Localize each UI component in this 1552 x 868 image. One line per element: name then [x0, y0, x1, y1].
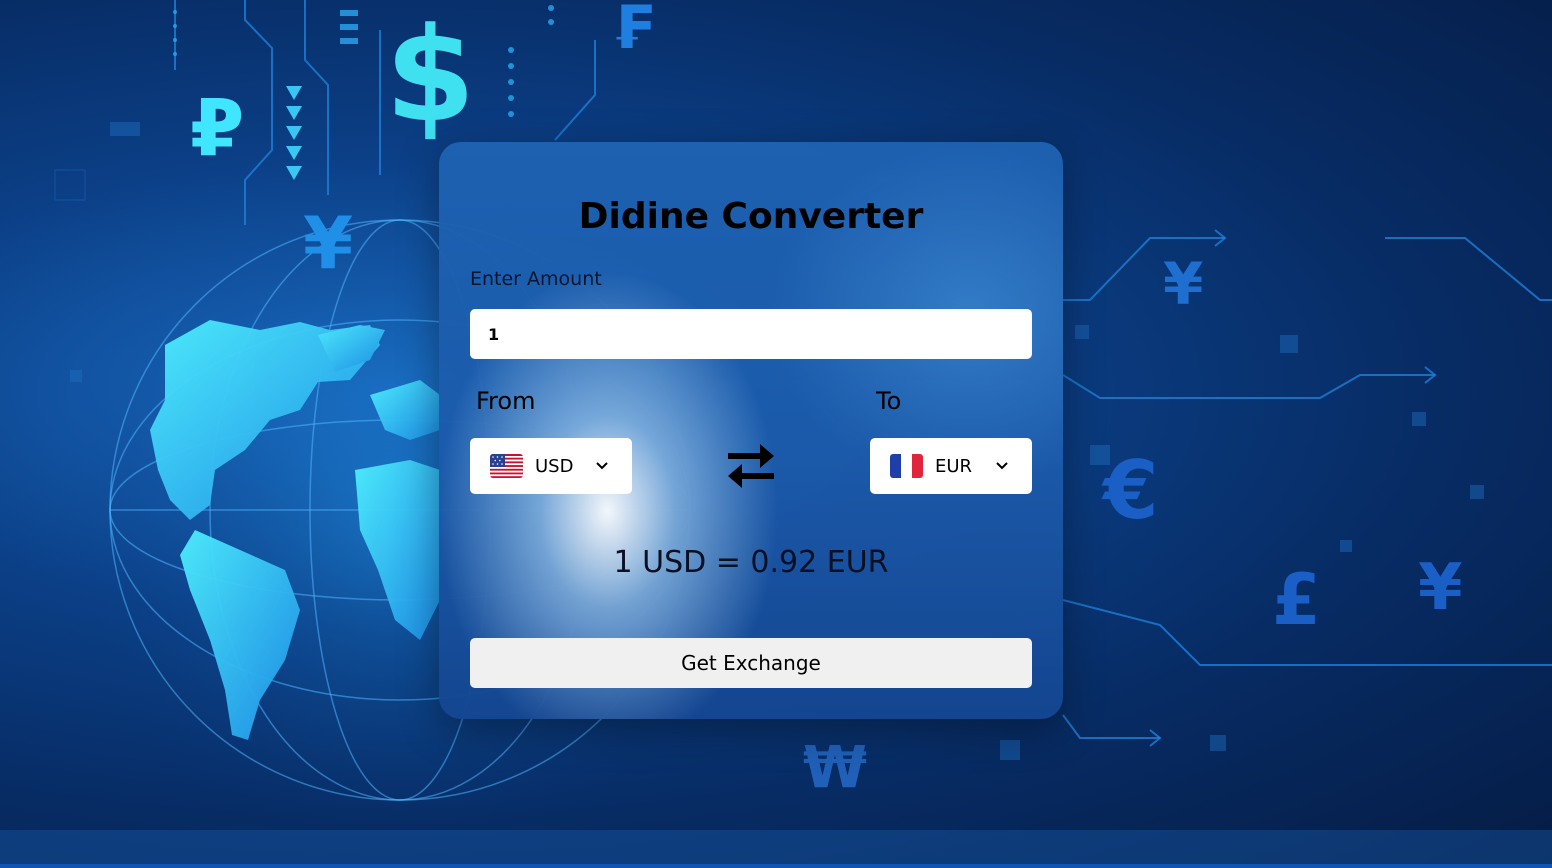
fr-flag-icon	[890, 454, 923, 478]
svg-text:€: €	[1101, 444, 1159, 537]
svg-text:₽: ₽	[190, 84, 244, 174]
chevron-down-icon	[594, 457, 610, 473]
exchange-rate-result: 1 USD = 0.92 EUR	[613, 545, 889, 580]
down-chevrons	[286, 86, 302, 180]
swap-arrows-icon[interactable]	[724, 440, 778, 492]
to-currency-select[interactable]: EUR	[870, 438, 1032, 494]
chevron-down-icon	[994, 457, 1010, 473]
to-currency-code: EUR	[935, 455, 973, 477]
get-exchange-button[interactable]: Get Exchange	[470, 638, 1032, 688]
svg-text:¥: ¥	[1163, 250, 1203, 318]
svg-text:₣: ₣	[612, 0, 654, 63]
amount-label: Enter Amount	[470, 268, 602, 290]
svg-text:$: $	[385, 0, 475, 151]
us-flag-icon	[490, 454, 523, 478]
svg-text:£: £	[1272, 559, 1321, 641]
amount-input[interactable]	[470, 309, 1032, 359]
from-label: From	[476, 387, 536, 415]
app-title: Didine Converter	[578, 196, 924, 237]
converter-card: Didine Converter Enter Amount From To	[439, 142, 1063, 719]
to-label: To	[876, 387, 902, 415]
svg-text:¥: ¥	[1418, 551, 1463, 625]
svg-text:¥: ¥	[303, 201, 353, 285]
from-currency-select[interactable]: USD	[470, 438, 632, 494]
from-currency-code: USD	[535, 455, 574, 477]
bottom-data-strip	[0, 830, 1552, 868]
svg-text:₩: ₩	[803, 733, 867, 801]
